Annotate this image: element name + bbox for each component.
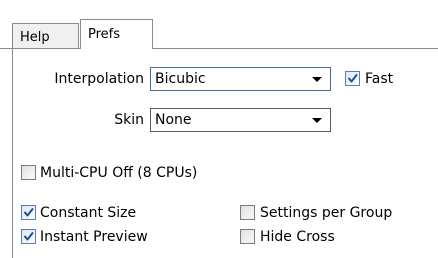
interpolation-value: Bicubic — [155, 71, 206, 87]
fast-label: Fast — [365, 71, 394, 87]
tab-help[interactable]: Help — [12, 23, 79, 48]
multi-cpu-checkbox[interactable] — [21, 165, 36, 180]
hide-cross-label: Hide Cross — [260, 229, 335, 245]
tab-divider — [152, 48, 438, 49]
interpolation-label: Interpolation — [54, 71, 144, 87]
tab-help-label: Help — [20, 30, 50, 45]
constant-size-label: Constant Size — [40, 205, 137, 221]
panel-border — [12, 48, 13, 258]
chevron-down-icon — [312, 118, 322, 123]
settings-per-group-label: Settings per Group — [260, 205, 393, 221]
skin-select[interactable]: None — [150, 108, 331, 132]
tab-prefs-label: Prefs — [88, 27, 121, 42]
checkmark-icon — [24, 208, 34, 217]
instant-preview-checkbox[interactable] — [21, 229, 36, 244]
prefs-panel: Help Prefs Interpolation Bicubic Fast Sk… — [0, 0, 438, 258]
hide-cross-checkbox[interactable] — [240, 229, 255, 244]
skin-value: None — [155, 112, 192, 128]
skin-label: Skin — [114, 112, 144, 128]
chevron-down-icon — [312, 77, 322, 82]
tab-prefs[interactable]: Prefs — [80, 19, 153, 49]
fast-checkbox[interactable] — [345, 71, 360, 86]
constant-size-checkbox[interactable] — [21, 205, 36, 220]
multi-cpu-label: Multi-CPU Off (8 CPUs) — [40, 165, 198, 181]
checkmark-icon — [348, 74, 358, 83]
interpolation-select[interactable]: Bicubic — [150, 67, 331, 91]
settings-per-group-checkbox[interactable] — [240, 205, 255, 220]
checkmark-icon — [24, 232, 34, 241]
instant-preview-label: Instant Preview — [40, 229, 148, 245]
